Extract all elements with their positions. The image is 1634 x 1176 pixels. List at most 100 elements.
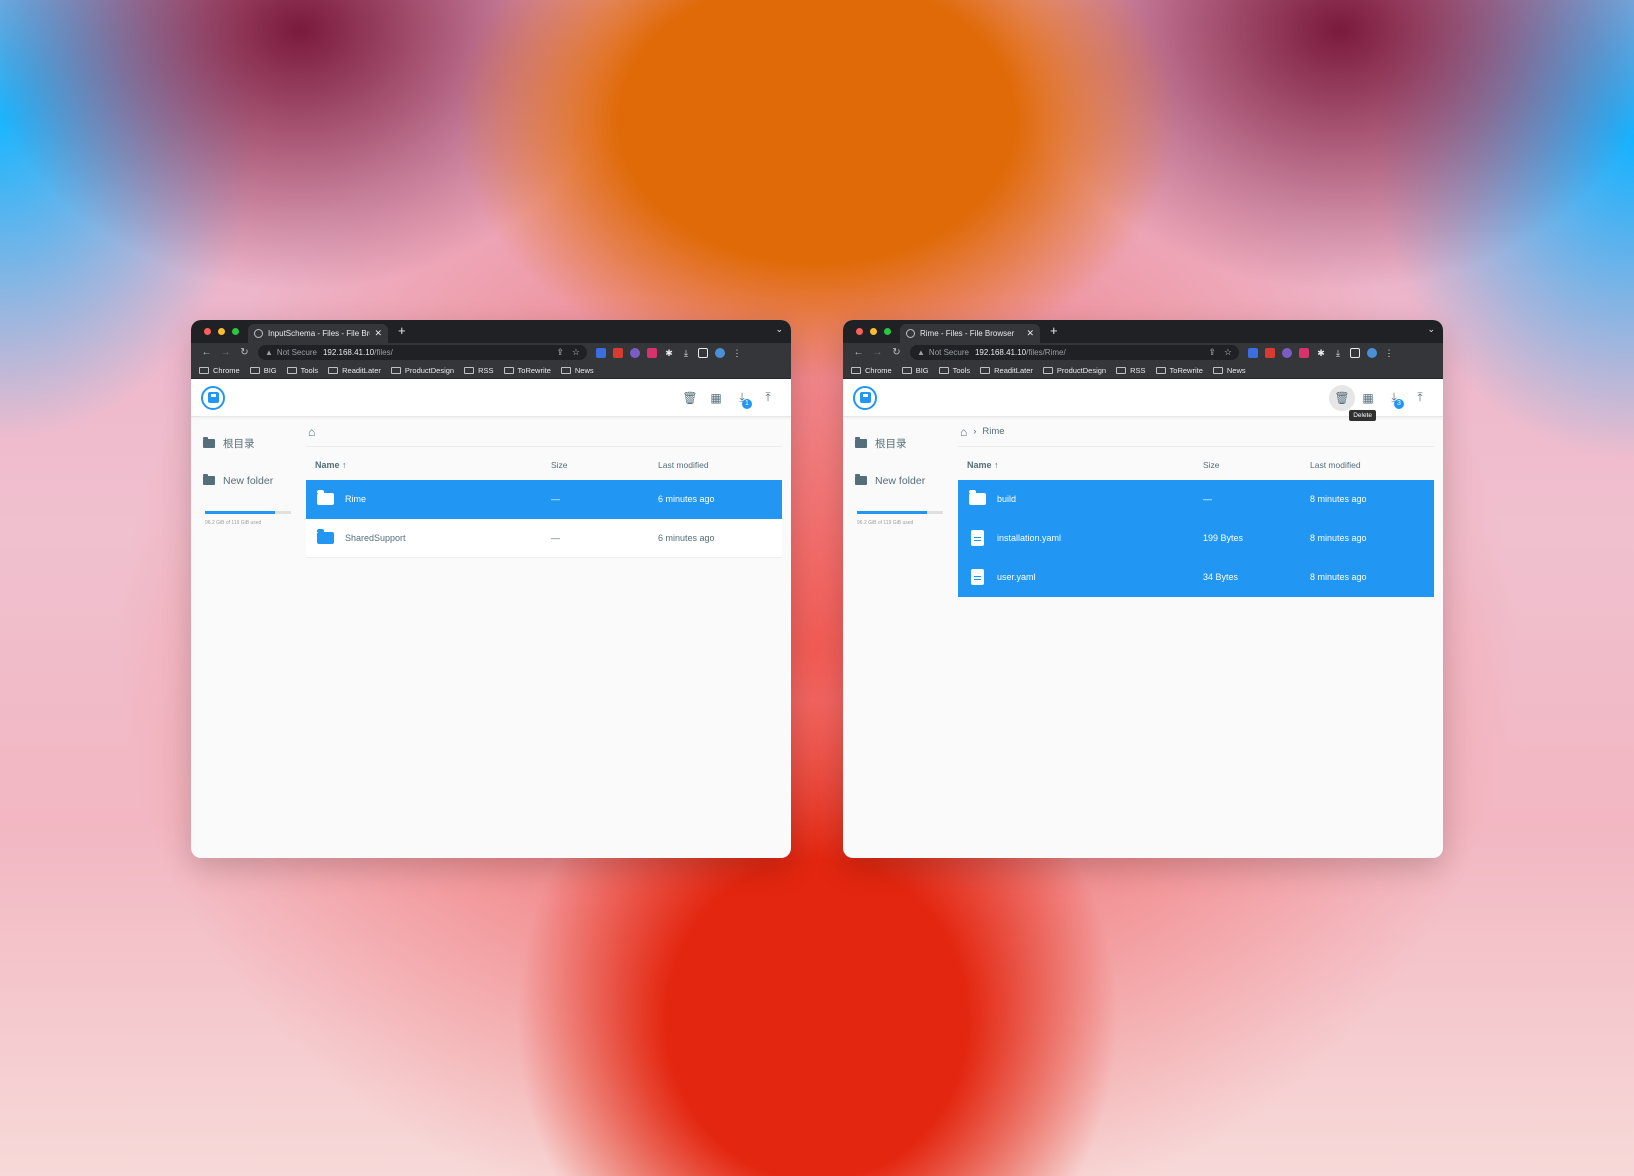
shield-extension-icon[interactable]: [596, 347, 606, 358]
share-icon[interactable]: ⇪: [556, 347, 564, 358]
purple-extension-icon[interactable]: [1282, 347, 1292, 358]
table-row[interactable]: build — 8 minutes ago: [958, 480, 1434, 519]
filebrowser-logo[interactable]: [853, 385, 877, 410]
folder-icon: [901, 366, 912, 374]
shield-extension-icon[interactable]: [1248, 347, 1258, 358]
grid-view-button[interactable]: ▦: [703, 385, 729, 411]
breadcrumb-item[interactable]: Rime: [982, 426, 1004, 437]
bookmark-folder[interactable]: ToRewrite: [503, 366, 551, 375]
bookmark-folder[interactable]: BIG: [249, 366, 277, 375]
breadcrumb: ⌂: [306, 417, 782, 447]
pink-extension-icon[interactable]: [1299, 347, 1309, 358]
column-size-header[interactable]: Size: [551, 460, 658, 470]
sidebar-item-root[interactable]: 根目录: [191, 425, 306, 462]
new-tab-button[interactable]: +: [1050, 323, 1058, 338]
table-row[interactable]: installation.yaml 199 Bytes 8 minutes ag…: [958, 519, 1434, 558]
download-button[interactable]: ⤓ 3: [1381, 385, 1407, 411]
close-window-button[interactable]: [204, 328, 211, 335]
red-extension-icon[interactable]: [613, 347, 623, 358]
filebrowser-logo[interactable]: [201, 385, 225, 410]
tab-search-icon[interactable]: ⌄: [775, 324, 783, 335]
grid-view-button[interactable]: ▦: [1355, 385, 1381, 411]
bookmark-label: RSS: [1130, 365, 1146, 375]
home-icon[interactable]: ⌂: [960, 425, 967, 439]
side-panel-icon[interactable]: [1350, 347, 1360, 358]
tab-search-icon[interactable]: ⌄: [1427, 324, 1435, 335]
bookmark-folder[interactable]: Chrome: [851, 366, 892, 375]
bookmark-folder[interactable]: RSS: [464, 366, 494, 375]
purple-extension-icon[interactable]: [630, 347, 640, 358]
close-tab-icon[interactable]: ✕: [1026, 328, 1034, 339]
bookmark-folder[interactable]: ReaditLater: [328, 366, 381, 375]
sidebar-item-root[interactable]: 根目录: [843, 425, 958, 462]
delete-button[interactable]: 🗑: [677, 385, 703, 411]
column-modified-header[interactable]: Last modified: [658, 460, 782, 470]
upload-button[interactable]: ⤒: [1407, 385, 1433, 411]
bookmark-star-icon[interactable]: ☆: [1224, 347, 1232, 358]
puzzle-icon[interactable]: ✱: [1316, 348, 1326, 358]
pink-extension-icon[interactable]: [647, 347, 657, 358]
bookmark-folder[interactable]: News: [560, 366, 594, 375]
zoom-window-button[interactable]: [884, 328, 891, 335]
back-button[interactable]: ←: [849, 347, 868, 358]
bookmark-label: News: [1226, 365, 1246, 375]
address-bar[interactable]: ▲ Not Secure 192.168.41.10/files/ ⇪ ☆: [258, 345, 587, 360]
navigation-bar: ← → ↻ ▲ Not Secure 192.168.41.10/files/ …: [191, 343, 791, 362]
new-folder-icon: [203, 474, 215, 485]
forward-button[interactable]: →: [868, 347, 887, 358]
column-name-header[interactable]: Name ↑: [306, 460, 551, 470]
address-bar[interactable]: ▲ Not Secure 192.168.41.10/files/Rime/ ⇪…: [910, 345, 1239, 360]
table-row[interactable]: SharedSupport — 6 minutes ago: [306, 519, 782, 558]
minimize-window-button[interactable]: [870, 328, 877, 335]
bookmark-folder[interactable]: ToRewrite: [1155, 366, 1203, 375]
bookmark-folder[interactable]: RSS: [1116, 365, 1146, 375]
back-button[interactable]: ←: [197, 347, 216, 358]
reload-button[interactable]: ↻: [235, 347, 254, 358]
menu-icon[interactable]: ⋮: [1384, 348, 1394, 358]
browser-tab[interactable]: Rime - Files - File Browser ✕: [900, 324, 1040, 343]
upload-button[interactable]: ⤒: [755, 385, 781, 411]
table-row[interactable]: Rime — 6 minutes ago: [306, 480, 782, 519]
puzzle-icon[interactable]: ✱: [664, 348, 674, 358]
new-tab-button[interactable]: +: [398, 323, 406, 338]
download-icon[interactable]: ⤓: [681, 348, 691, 358]
bookmark-folder[interactable]: ProductDesign: [390, 366, 454, 375]
bookmark-folder[interactable]: Tools: [938, 365, 971, 375]
browser-tab[interactable]: InputSchema - Files - File Brow ✕: [248, 324, 388, 343]
bookmark-folder[interactable]: BIG: [901, 366, 929, 375]
minimize-window-button[interactable]: [218, 328, 225, 335]
file-listing: ⌂ › Rime Name ↑ Size Last modified build…: [958, 417, 1443, 837]
sidebar-item-new-folder[interactable]: New folder: [843, 462, 958, 499]
profile-avatar[interactable]: [715, 347, 725, 358]
close-tab-icon[interactable]: ✕: [374, 328, 382, 339]
bookmark-folder[interactable]: Tools: [286, 366, 318, 375]
bookmark-folder[interactable]: ReaditLater: [980, 366, 1033, 375]
column-name-header[interactable]: Name ↑: [958, 460, 1203, 470]
column-size-header[interactable]: Size: [1203, 460, 1310, 470]
folder-icon: [249, 366, 260, 374]
delete-button[interactable]: 🗑: [1329, 384, 1355, 411]
file-modified: 6 minutes ago: [658, 533, 715, 543]
menu-icon[interactable]: ⋮: [732, 348, 742, 358]
close-window-button[interactable]: [856, 328, 863, 335]
download-button[interactable]: ⤓ 1: [729, 385, 755, 411]
red-extension-icon[interactable]: [1265, 347, 1275, 358]
download-icon[interactable]: ⤓: [1333, 348, 1343, 358]
zoom-window-button[interactable]: [232, 328, 239, 335]
bookmark-folder[interactable]: ProductDesign: [1042, 366, 1106, 375]
share-icon[interactable]: ⇪: [1208, 347, 1216, 358]
window-controls: [204, 328, 239, 335]
table-row[interactable]: user.yaml 34 Bytes 8 minutes ago: [958, 558, 1434, 597]
home-icon[interactable]: ⌂: [308, 425, 315, 439]
bookmark-folder[interactable]: News: [1212, 365, 1246, 375]
column-modified-header[interactable]: Last modified: [1310, 460, 1434, 470]
bookmark-star-icon[interactable]: ☆: [572, 347, 580, 358]
reload-button[interactable]: ↻: [887, 347, 906, 358]
download-count-badge: 3: [1394, 398, 1404, 409]
sidebar-item-new-folder[interactable]: New folder: [191, 462, 306, 499]
forward-button[interactable]: →: [216, 347, 235, 358]
bookmark-folder[interactable]: Chrome: [199, 366, 240, 375]
side-panel-icon[interactable]: [698, 347, 708, 358]
bookmark-label: Tools: [952, 365, 971, 375]
profile-avatar[interactable]: [1367, 347, 1377, 358]
